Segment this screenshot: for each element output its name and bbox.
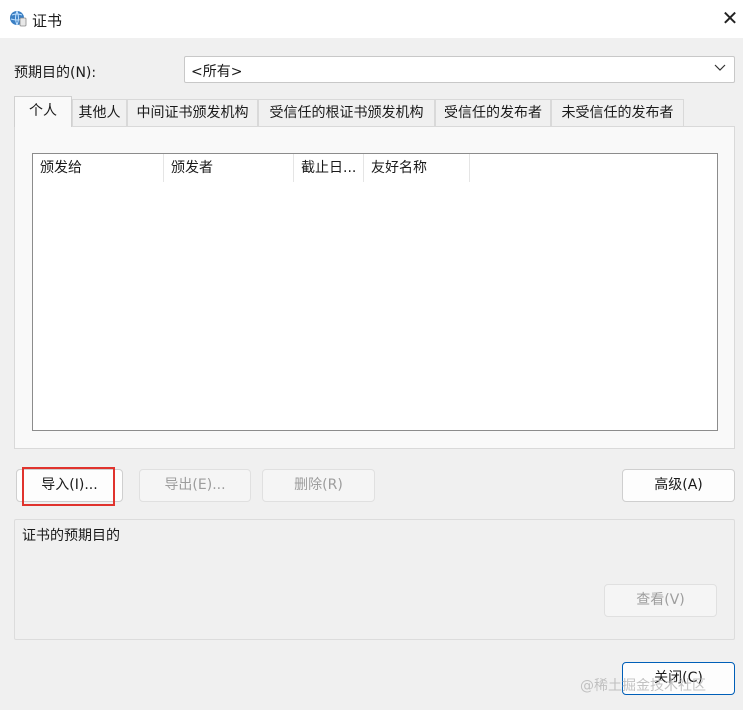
purpose-label: 预期目的(N): [14, 65, 97, 81]
chevron-down-icon [714, 64, 726, 71]
purpose-select[interactable]: <所有> [184, 56, 735, 83]
column-header-friendly-name[interactable]: 友好名称 [364, 154, 470, 182]
column-header-issued-by[interactable]: 颁发者 [164, 154, 294, 182]
title-bar [0, 0, 743, 38]
tab-untrusted-publishers[interactable]: 未受信任的发布者 [551, 99, 684, 126]
purposes-group-title: 证书的预期目的 [22, 525, 120, 545]
purpose-selected-value: <所有> [191, 64, 243, 80]
tab-trusted-publishers[interactable]: 受信任的发布者 [435, 99, 551, 126]
window-title: 证书 [32, 12, 63, 30]
watermark-text: @稀土掘金技术社区 [580, 678, 706, 694]
export-button[interactable]: 导出(E)... [139, 469, 251, 502]
column-header-expiration[interactable]: 截止日... [294, 154, 364, 182]
remove-button[interactable]: 删除(R) [262, 469, 375, 502]
tab-personal[interactable]: 个人 [14, 96, 72, 127]
certificate-globe-icon [10, 10, 27, 27]
import-highlight-box [22, 467, 115, 506]
certificate-list[interactable]: 颁发给 颁发者 截止日... 友好名称 [32, 153, 718, 431]
tab-intermediate-ca[interactable]: 中间证书颁发机构 [127, 99, 258, 126]
purposes-group [14, 519, 735, 640]
tab-trusted-root-ca[interactable]: 受信任的根证书颁发机构 [258, 99, 435, 126]
tab-other-people[interactable]: 其他人 [72, 99, 127, 126]
column-header-issued-to[interactable]: 颁发给 [33, 154, 164, 182]
advanced-button[interactable]: 高级(A) [622, 469, 735, 502]
view-button[interactable]: 查看(V) [604, 584, 717, 617]
close-icon[interactable]: ✕ [718, 6, 742, 30]
